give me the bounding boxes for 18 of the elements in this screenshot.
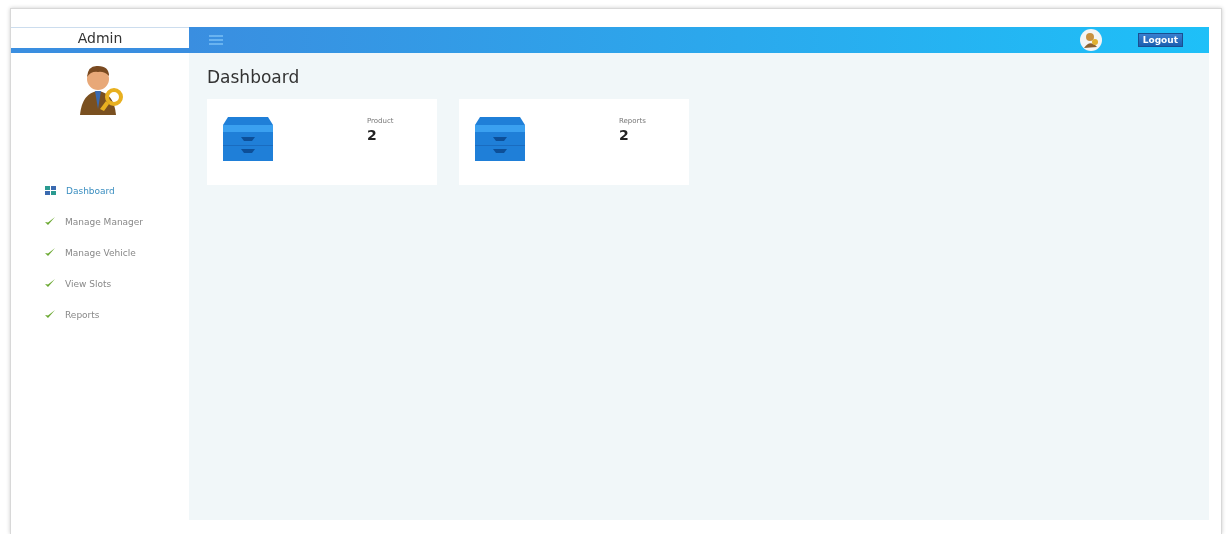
user-avatar-icon[interactable]: [1079, 29, 1102, 51]
dashboard-icon: [45, 186, 56, 195]
drawer-icon: [475, 117, 525, 161]
sidebar-item[interactable]: Manage Vehicle: [11, 237, 189, 268]
sidebar-item[interactable]: Reports: [11, 299, 189, 330]
sidebar-item[interactable]: Dashboard: [11, 175, 189, 206]
drawer-icon: [223, 117, 273, 161]
sidebar-item[interactable]: Manage Manager: [11, 206, 189, 237]
sidebar-item[interactable]: View Slots: [11, 268, 189, 299]
stat-value: 2: [619, 127, 630, 143]
page-title: Dashboard: [207, 67, 300, 87]
checkmark-icon: [45, 310, 55, 319]
stat-value: 2: [367, 127, 378, 143]
checkmark-icon: [45, 279, 55, 288]
checkmark-icon: [45, 217, 55, 226]
checkmark-icon: [45, 248, 55, 257]
logout-button[interactable]: Logout: [1137, 33, 1183, 47]
brand-title: Admin: [11, 27, 189, 53]
